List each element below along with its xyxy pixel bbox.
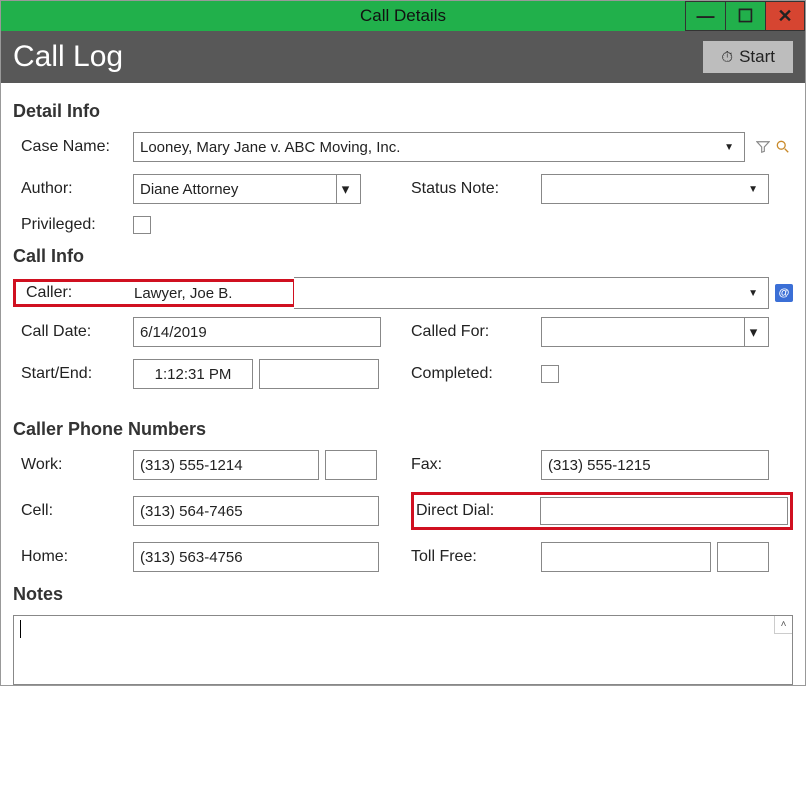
work-phone-input[interactable] [133, 450, 319, 480]
row-calldate-calledfor: Call Date: Called For: ▾ [13, 317, 793, 347]
stopwatch-icon: ⏱ [721, 49, 733, 66]
completed-checkbox[interactable] [541, 365, 559, 383]
label-start-end: Start/End: [13, 365, 133, 383]
fax-input[interactable] [541, 450, 769, 480]
chevron-up-icon: ˄ [781, 619, 787, 630]
close-icon: ✕ [777, 6, 792, 27]
at-icon[interactable]: @ [775, 284, 793, 302]
row-caller: Caller: Lawyer, Joe B. ▼ @ [13, 277, 793, 309]
label-toll-free: Toll Free: [411, 548, 541, 566]
called-for-select[interactable]: ▾ [541, 317, 769, 347]
row-author-status: Author: Diane Attorney ▾ Status Note: ▼ [13, 174, 793, 204]
work-ext-input[interactable] [325, 450, 377, 480]
chevron-down-icon: ▼ [744, 288, 762, 299]
section-call-info: Call Info [13, 246, 793, 267]
chevron-down-icon: ▾ [744, 318, 762, 346]
window-controls: — ☐ ✕ [685, 1, 805, 31]
section-caller-phone: Caller Phone Numbers [13, 419, 793, 440]
header-bar: Call Log ⏱ Start [1, 31, 805, 83]
window-title: Call Details [360, 6, 446, 26]
label-home: Home: [13, 548, 133, 566]
label-direct-dial: Direct Dial: [416, 502, 540, 520]
row-privileged: Privileged: [13, 216, 793, 234]
row-home-tollfree: Home: Toll Free: [13, 542, 793, 572]
minimize-icon: — [697, 6, 715, 27]
section-detail-info: Detail Info [13, 101, 793, 122]
caller-value-preview: Lawyer, Joe B. [130, 285, 232, 302]
page-title: Call Log [13, 40, 123, 74]
search-icon[interactable] [773, 137, 793, 157]
chevron-down-icon: ▾ [336, 175, 354, 203]
section-notes: Notes [13, 584, 793, 605]
filter-icon[interactable] [753, 137, 773, 157]
scroll-up-button[interactable]: ˄ [774, 616, 792, 634]
call-date-input[interactable] [133, 317, 381, 347]
label-case-name: Case Name: [13, 138, 133, 156]
window: Call Details — ☐ ✕ Call Log ⏱ Start Deta… [0, 0, 806, 686]
row-work-fax: Work: Fax: [13, 450, 793, 480]
chevron-down-icon: ▼ [744, 184, 762, 195]
author-select[interactable]: Diane Attorney ▾ [133, 174, 361, 204]
notes-textarea[interactable]: ˄ [13, 615, 793, 685]
toll-free-ext-input[interactable] [717, 542, 769, 572]
highlight-direct-dial: Direct Dial: [411, 492, 793, 530]
label-privileged: Privileged: [13, 216, 133, 234]
form-body: Detail Info Case Name: Looney, Mary Jane… [1, 83, 805, 685]
label-caller: Caller: [18, 284, 130, 302]
label-work: Work: [13, 456, 133, 474]
maximize-icon: ☐ [737, 6, 753, 27]
end-time-input[interactable] [259, 359, 379, 389]
maximize-button[interactable]: ☐ [725, 1, 765, 31]
label-call-date: Call Date: [13, 323, 133, 341]
text-cursor [20, 620, 21, 638]
chevron-down-icon: ▼ [720, 142, 738, 153]
start-time-input[interactable] [133, 359, 253, 389]
toll-free-input[interactable] [541, 542, 711, 572]
label-fax: Fax: [411, 456, 541, 474]
row-case-name: Case Name: Looney, Mary Jane v. ABC Movi… [13, 132, 793, 162]
status-note-select[interactable]: ▼ [541, 174, 769, 204]
privileged-checkbox[interactable] [133, 216, 151, 234]
minimize-button[interactable]: — [685, 1, 725, 31]
label-status-note: Status Note: [411, 180, 541, 198]
author-value: Diane Attorney [140, 181, 238, 198]
direct-dial-input[interactable] [540, 497, 788, 525]
highlight-caller: Caller: Lawyer, Joe B. [13, 279, 296, 307]
label-cell: Cell: [13, 502, 133, 520]
titlebar: Call Details — ☐ ✕ [1, 1, 805, 31]
caller-select[interactable]: ▼ [294, 277, 769, 309]
label-completed: Completed: [411, 365, 541, 383]
label-called-for: Called For: [411, 323, 541, 341]
start-label: Start [739, 47, 775, 67]
home-phone-input[interactable] [133, 542, 379, 572]
case-name-select[interactable]: Looney, Mary Jane v. ABC Moving, Inc. ▼ [133, 132, 745, 162]
case-name-value: Looney, Mary Jane v. ABC Moving, Inc. [140, 139, 400, 156]
start-button[interactable]: ⏱ Start [703, 41, 793, 73]
cell-phone-input[interactable] [133, 496, 379, 526]
close-button[interactable]: ✕ [765, 1, 805, 31]
row-cell-directdial: Cell: Direct Dial: [13, 492, 793, 530]
label-author: Author: [13, 180, 133, 198]
row-startend-completed: Start/End: Completed: [13, 359, 793, 389]
